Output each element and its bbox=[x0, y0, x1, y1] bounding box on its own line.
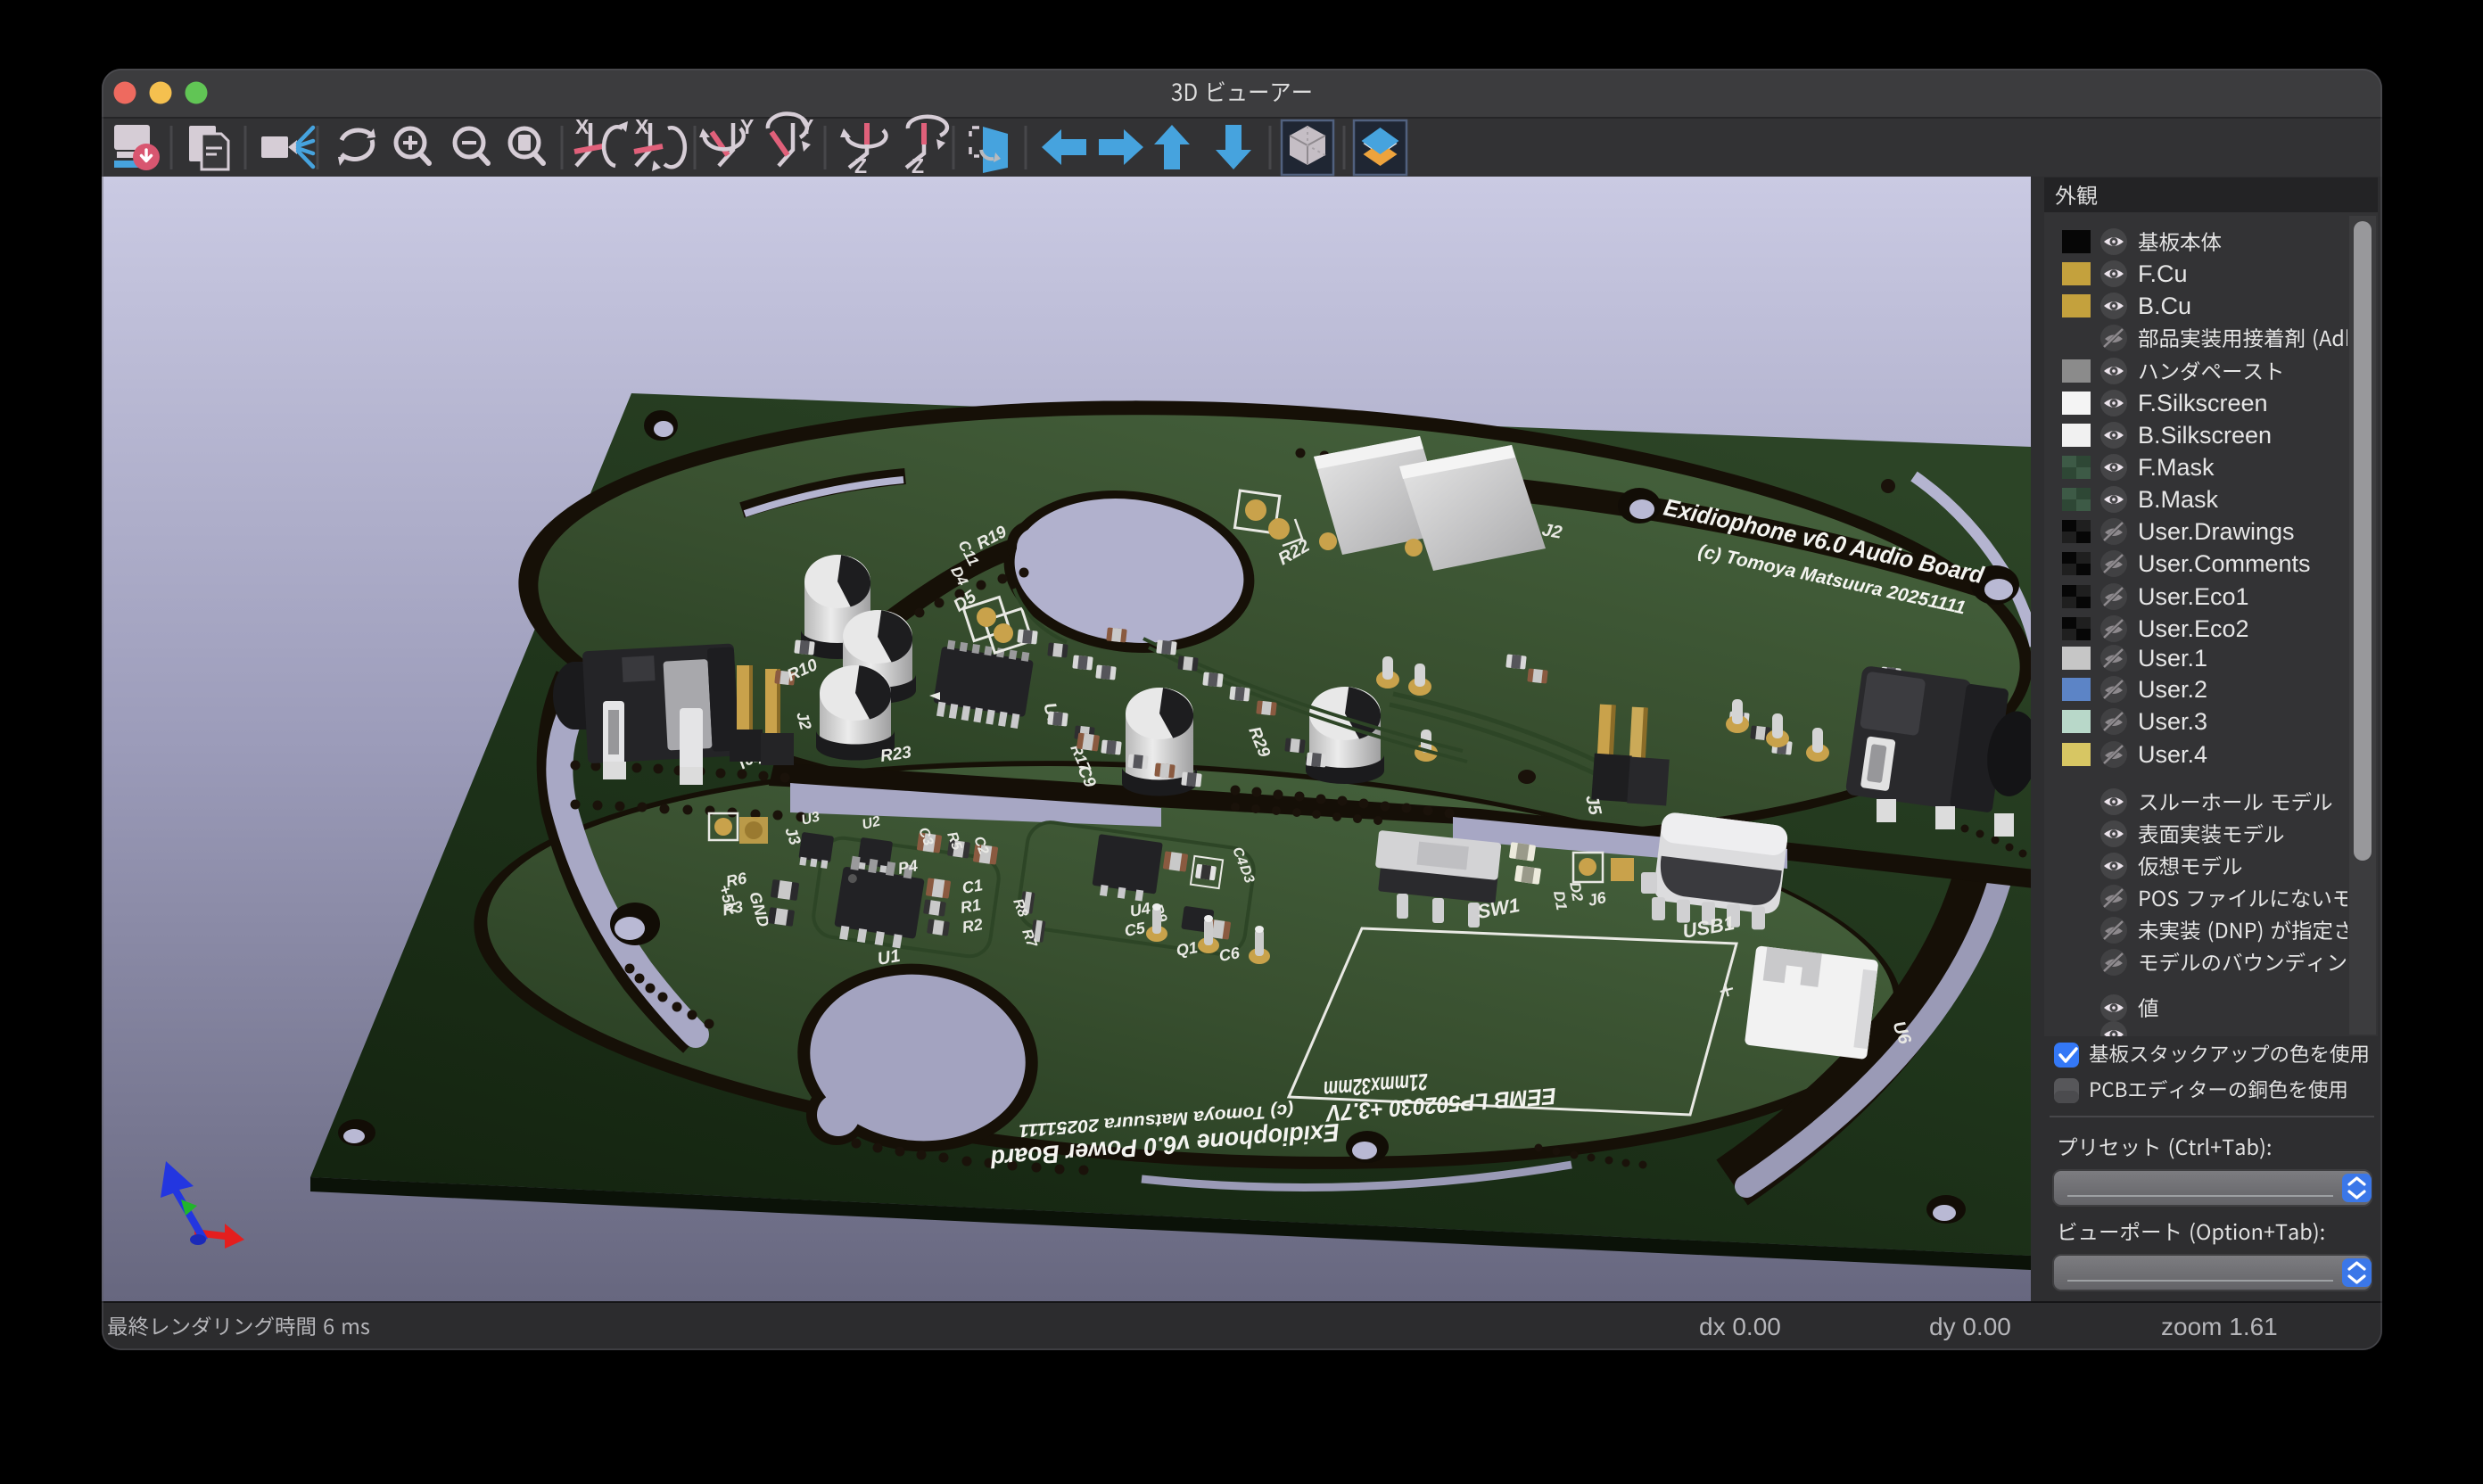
svg-text:B.Cu: B.Cu bbox=[2138, 293, 2191, 319]
svg-text:X: X bbox=[635, 115, 649, 138]
svg-text:Q1: Q1 bbox=[1175, 938, 1199, 960]
svg-text:dx 0.00: dx 0.00 bbox=[1699, 1313, 1781, 1340]
svg-text:C5: C5 bbox=[1123, 919, 1147, 940]
svg-text:J2: J2 bbox=[1540, 520, 1563, 543]
svg-text:D1: D1 bbox=[1550, 889, 1570, 911]
svg-text:F.Mask: F.Mask bbox=[2138, 454, 2215, 481]
svg-text:R1: R1 bbox=[959, 895, 982, 917]
svg-text:dy 0.00: dy 0.00 bbox=[1929, 1313, 2011, 1340]
svg-text:User.2: User.2 bbox=[2138, 676, 2207, 703]
svg-text:User.Eco1: User.Eco1 bbox=[2138, 583, 2249, 610]
svg-text:F.Silkscreen: F.Silkscreen bbox=[2138, 390, 2268, 416]
svg-text:P4: P4 bbox=[896, 856, 919, 878]
svg-text:User.3: User.3 bbox=[2138, 708, 2207, 735]
svg-text:R2: R2 bbox=[961, 915, 984, 936]
svg-text:User.4: User.4 bbox=[2138, 741, 2207, 768]
svg-text:C6: C6 bbox=[1217, 944, 1242, 965]
svg-text:zoom 1.61: zoom 1.61 bbox=[2161, 1313, 2278, 1340]
svg-text:D2: D2 bbox=[1566, 880, 1587, 903]
svg-text:B.Mask: B.Mask bbox=[2138, 486, 2219, 513]
svg-text:B.Silkscreen: B.Silkscreen bbox=[2138, 422, 2272, 449]
svg-text:User.Eco2: User.Eco2 bbox=[2138, 615, 2249, 642]
svg-text:X: X bbox=[575, 115, 590, 138]
svg-text:User.Drawings: User.Drawings bbox=[2138, 518, 2295, 545]
svg-text:C1: C1 bbox=[961, 876, 984, 897]
svg-text:U1: U1 bbox=[876, 946, 902, 969]
svg-text:User.1: User.1 bbox=[2138, 645, 2207, 672]
svg-text:U4: U4 bbox=[1128, 899, 1151, 920]
svg-text:F.Cu: F.Cu bbox=[2138, 260, 2188, 287]
svg-text:User.Comments: User.Comments bbox=[2138, 550, 2311, 577]
